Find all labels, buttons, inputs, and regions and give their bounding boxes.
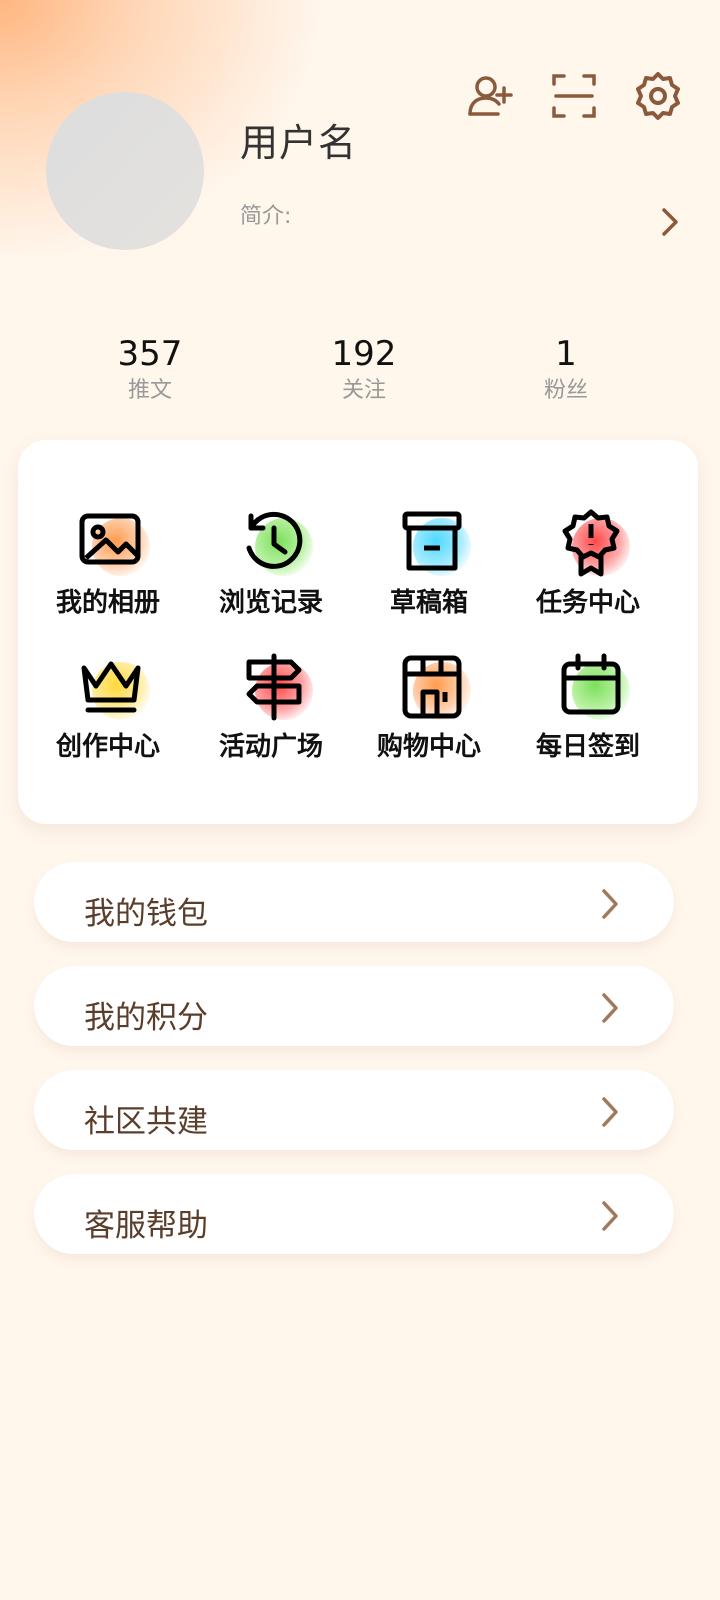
grid-label: 草稿箱: [389, 588, 468, 618]
stat-following[interactable]: 192 关注: [294, 332, 434, 406]
grid-label: 创作中心: [55, 732, 160, 762]
avatar[interactable]: [46, 92, 204, 250]
badge-icon: [562, 509, 620, 577]
settings-icon[interactable]: [632, 70, 684, 122]
stat-followers-label: 粉丝: [543, 378, 588, 403]
menu-community[interactable]: 社区共建: [34, 1070, 674, 1150]
crown-icon: [81, 661, 141, 713]
photo-album-icon: [79, 513, 141, 565]
grid-item-events[interactable]: 活动广场: [191, 652, 351, 763]
menu-label: 客服帮助: [84, 1208, 208, 1244]
chevron-right-icon: [600, 888, 620, 920]
chevron-right-icon: [600, 992, 620, 1024]
add-friend-icon[interactable]: [464, 70, 516, 122]
chevron-right-icon: [600, 1096, 620, 1128]
stat-following-value: 192: [331, 334, 397, 374]
grid-item-checkin[interactable]: 每日签到: [508, 652, 668, 763]
username: 用户名: [240, 121, 358, 165]
header-actions: [464, 70, 684, 122]
grid-label: 浏览记录: [218, 588, 323, 618]
history-icon: [246, 511, 303, 569]
stat-followers-value: 1: [555, 334, 577, 374]
stat-posts[interactable]: 357 推文: [80, 332, 220, 406]
grid-label: 购物中心: [376, 732, 481, 762]
archive-icon: [402, 511, 462, 571]
grid-label: 任务中心: [535, 588, 640, 618]
menu-label: 我的钱包: [84, 896, 208, 932]
signpost-icon: [246, 653, 302, 721]
grid-label: 每日签到: [535, 732, 640, 762]
menu-support[interactable]: 客服帮助: [34, 1174, 674, 1254]
grid-item-album[interactable]: 我的相册: [28, 508, 188, 619]
shop-icon: [402, 655, 462, 719]
menu-label: 我的积分: [84, 1000, 208, 1036]
stat-posts-value: 357: [117, 334, 183, 374]
stat-posts-label: 推文: [127, 378, 172, 403]
calendar-icon: [561, 653, 621, 715]
stats-bar: 357 推文 192 关注 1 粉丝: [0, 332, 720, 412]
menu-wallet[interactable]: 我的钱包: [34, 862, 674, 942]
grid-item-drafts[interactable]: 草稿箱: [349, 508, 509, 619]
scan-icon[interactable]: [548, 70, 600, 122]
feature-grid: 我的相册 浏览记录 草稿箱 任务中心 创作中心 活动广场 购物中心 每日签到: [18, 440, 698, 824]
grid-item-history[interactable]: 浏览记录: [191, 508, 351, 619]
chevron-right-icon: [600, 1200, 620, 1232]
menu-points[interactable]: 我的积分: [34, 966, 674, 1046]
stat-followers[interactable]: 1 粉丝: [496, 332, 636, 406]
grid-label: 活动广场: [218, 732, 323, 762]
menu-label: 社区共建: [84, 1104, 208, 1140]
grid-label: 我的相册: [55, 588, 160, 618]
grid-item-tasks[interactable]: 任务中心: [508, 508, 668, 619]
grid-item-creator[interactable]: 创作中心: [28, 652, 188, 763]
stat-following-label: 关注: [341, 378, 386, 403]
grid-item-shop[interactable]: 购物中心: [349, 652, 509, 763]
chevron-right-icon[interactable]: [656, 204, 686, 240]
bio-label: 简介:: [240, 204, 292, 229]
